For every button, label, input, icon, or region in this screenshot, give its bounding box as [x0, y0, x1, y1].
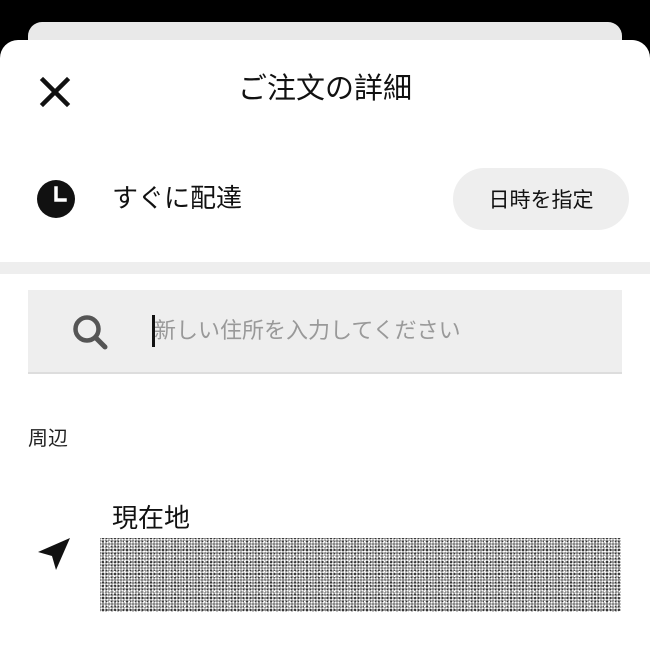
- current-location-title: 現在地: [112, 504, 191, 534]
- nearby-section-label: 周辺: [28, 426, 68, 450]
- schedule-datetime-button[interactable]: 日時を指定: [453, 168, 629, 230]
- order-details-sheet: ご注文の詳細 すぐに配達 日時を指定 周辺 現在地: [0, 40, 650, 650]
- clock-icon: [37, 180, 75, 218]
- redacted-address: [100, 538, 621, 612]
- search-icon: [73, 315, 108, 350]
- section-divider: [0, 262, 650, 274]
- current-location-item[interactable]: 現在地: [0, 496, 650, 626]
- address-search-box[interactable]: [28, 290, 622, 374]
- delivery-now-label: すぐに配達: [112, 184, 243, 214]
- page-title: ご注文の詳細: [237, 71, 412, 105]
- location-arrow-icon: [38, 538, 70, 570]
- address-search-input[interactable]: [154, 308, 594, 354]
